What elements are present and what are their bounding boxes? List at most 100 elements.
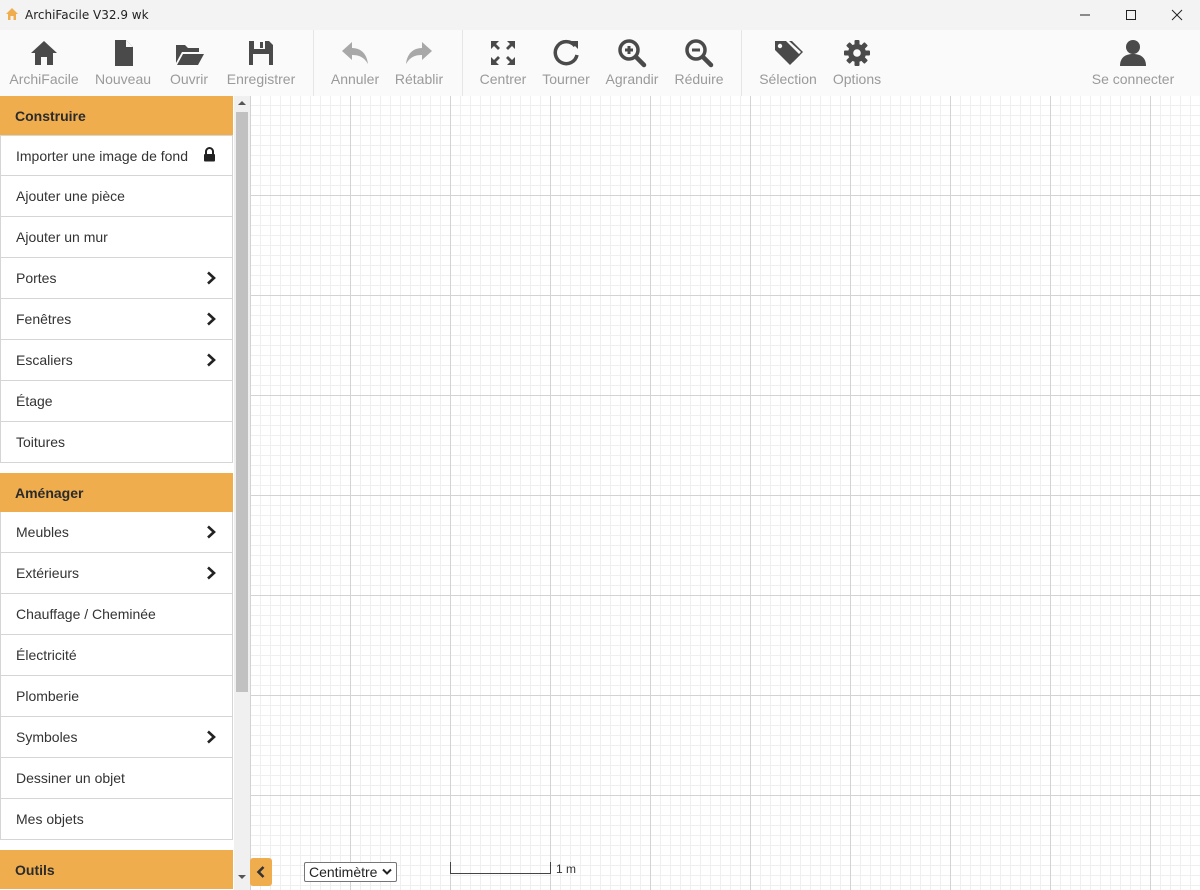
scale-label: 1 m bbox=[556, 862, 577, 876]
menu-item-label: Dessiner un objet bbox=[16, 770, 125, 786]
menu-item-label: Électricité bbox=[16, 647, 77, 663]
rotate-icon bbox=[553, 39, 579, 66]
close-button[interactable] bbox=[1154, 0, 1200, 30]
open-button[interactable]: Ouvrir bbox=[160, 30, 218, 96]
undo-icon bbox=[342, 42, 368, 64]
toolbar-label: Sélection bbox=[759, 71, 817, 87]
menu-item-doors[interactable]: Portes bbox=[0, 258, 233, 299]
menu-item-plumbing[interactable]: Plomberie bbox=[0, 676, 233, 717]
toolbar-label: Centrer bbox=[479, 71, 527, 87]
folder-open-icon bbox=[176, 45, 204, 65]
menu-item-import-background[interactable]: Importer une image de fond bbox=[0, 135, 233, 176]
save-button[interactable]: Enregistrer bbox=[221, 30, 301, 96]
toolbar-label: Tourner bbox=[542, 71, 590, 87]
close-icon bbox=[1171, 9, 1183, 21]
menu-item-exterior[interactable]: Extérieurs bbox=[0, 553, 233, 594]
tags-icon bbox=[775, 41, 803, 65]
toolbar-label: Enregistrer bbox=[226, 71, 296, 87]
toolbar-label: Réduire bbox=[674, 71, 724, 87]
menu-item-label: Ajouter un mur bbox=[16, 229, 108, 245]
collapse-sidebar-button[interactable] bbox=[250, 858, 272, 886]
toolbar-label: Annuler bbox=[330, 71, 380, 87]
chevron-left-icon bbox=[256, 866, 265, 878]
menu-item-roofs[interactable]: Toitures bbox=[0, 422, 233, 463]
menu-item-label: Fenêtres bbox=[16, 311, 72, 327]
menu-item-stairs[interactable]: Escaliers bbox=[0, 340, 233, 381]
new-file-icon bbox=[115, 40, 133, 66]
minimize-icon bbox=[1080, 14, 1090, 16]
toolbar-label: Se connecter bbox=[1091, 71, 1175, 87]
selection-button[interactable]: Sélection bbox=[755, 30, 821, 96]
toolbar-separator bbox=[313, 30, 314, 96]
home-icon bbox=[31, 41, 57, 65]
menu-item-label: Étage bbox=[16, 393, 53, 409]
section-header-amenager[interactable]: Aménager bbox=[0, 473, 233, 512]
menu-item-label: Extérieurs bbox=[16, 565, 80, 581]
menu-item-symbols[interactable]: Symboles bbox=[0, 717, 233, 758]
chevron-right-icon bbox=[207, 730, 216, 744]
redo-button[interactable]: Rétablir bbox=[390, 30, 448, 96]
sidebar-scrollbar[interactable] bbox=[234, 96, 250, 890]
menu-item-label: Portes bbox=[16, 270, 57, 286]
menu-item-label: Toitures bbox=[16, 434, 66, 450]
menu-item-heating[interactable]: Chauffage / Cheminée bbox=[0, 594, 233, 635]
menu-item-label: Mes objets bbox=[16, 811, 84, 827]
minimize-button[interactable] bbox=[1062, 0, 1108, 30]
maximize-icon bbox=[1126, 10, 1136, 20]
menu-item-add-wall[interactable]: Ajouter un mur bbox=[0, 217, 233, 258]
unit-select[interactable]: Centimètre bbox=[304, 862, 397, 882]
chevron-right-icon bbox=[207, 312, 216, 326]
zoom-in-icon bbox=[618, 39, 647, 68]
menu-item-windows[interactable]: Fenêtres bbox=[0, 299, 233, 340]
scrollbar-thumb[interactable] bbox=[236, 112, 248, 692]
chevron-right-icon bbox=[207, 566, 216, 580]
lock-icon bbox=[204, 147, 215, 162]
scroll-down-icon[interactable] bbox=[238, 874, 246, 880]
section-header-construire[interactable]: Construire bbox=[0, 96, 233, 135]
redo-icon bbox=[406, 42, 432, 64]
expand-icon bbox=[491, 41, 515, 65]
toolbar-label: ArchiFacile bbox=[9, 71, 79, 87]
chevron-right-icon bbox=[207, 525, 216, 539]
archifacile-button[interactable]: ArchiFacile bbox=[4, 30, 84, 96]
toolbar-separator bbox=[741, 30, 742, 96]
zoom-out-button[interactable]: Réduire bbox=[668, 30, 730, 96]
toolbar-separator bbox=[462, 30, 463, 96]
app-home-icon bbox=[6, 8, 18, 20]
menu-item-label: Symboles bbox=[16, 729, 78, 745]
menu-item-draw-object[interactable]: Dessiner un objet bbox=[0, 758, 233, 799]
menu-item-electricity[interactable]: Électricité bbox=[0, 635, 233, 676]
scroll-up-icon[interactable] bbox=[238, 100, 246, 106]
toolbar-label: Agrandir bbox=[605, 71, 659, 87]
unit-select-value: Centimètre bbox=[309, 864, 378, 880]
menu-item-label: Plomberie bbox=[16, 688, 80, 704]
toolbar: ArchiFacile Nouveau Ouvrir Enregistrer A… bbox=[0, 30, 1200, 96]
zoom-in-button[interactable]: Agrandir bbox=[600, 30, 664, 96]
chevron-right-icon bbox=[207, 353, 216, 367]
center-button[interactable]: Centrer bbox=[474, 30, 532, 96]
toolbar-label: Options bbox=[832, 71, 882, 87]
section-header-outils[interactable]: Outils bbox=[0, 850, 233, 889]
zoom-out-icon bbox=[685, 39, 714, 68]
menu-item-my-objects[interactable]: Mes objets bbox=[0, 799, 233, 840]
window-title: ArchiFacile V32.9 wk bbox=[25, 8, 149, 22]
menu-item-furniture[interactable]: Meubles bbox=[0, 512, 233, 553]
toolbar-label: Nouveau bbox=[94, 71, 152, 87]
options-button[interactable]: Options bbox=[828, 30, 886, 96]
maximize-button[interactable] bbox=[1108, 0, 1154, 30]
menu-item-label: Ajouter une pièce bbox=[16, 188, 125, 204]
drawing-canvas[interactable] bbox=[250, 96, 1200, 890]
sign-in-button[interactable]: Se connecter bbox=[1086, 30, 1180, 96]
title-bar: ArchiFacile V32.9 wk bbox=[0, 0, 1200, 30]
menu-item-floor[interactable]: Étage bbox=[0, 381, 233, 422]
undo-button[interactable]: Annuler bbox=[326, 30, 384, 96]
new-button[interactable]: Nouveau bbox=[88, 30, 158, 96]
scale-bar bbox=[450, 862, 551, 874]
menu-item-add-room[interactable]: Ajouter une pièce bbox=[0, 176, 233, 217]
chevron-down-icon bbox=[382, 868, 392, 875]
user-icon bbox=[1120, 40, 1146, 66]
rotate-button[interactable]: Tourner bbox=[537, 30, 595, 96]
chevron-right-icon bbox=[207, 271, 216, 285]
menu-item-label: Meubles bbox=[16, 524, 69, 540]
toolbar-label: Ouvrir bbox=[169, 71, 209, 87]
